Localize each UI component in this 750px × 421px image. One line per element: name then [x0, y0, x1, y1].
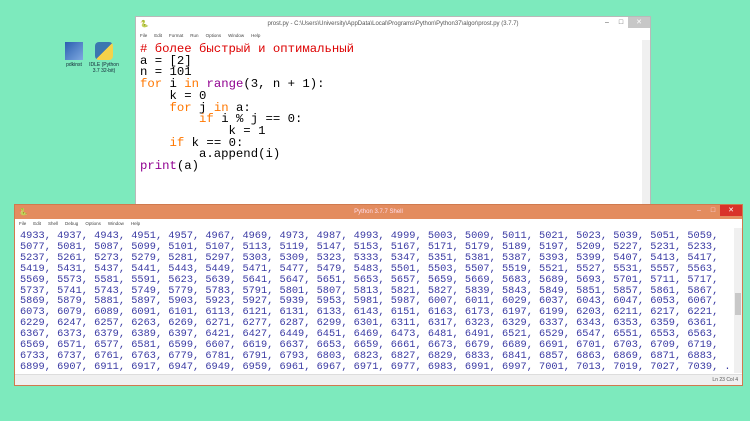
minimize-button[interactable]: – — [692, 205, 706, 216]
editor-window: 🐍 prost.py - C:\Users\University\AppData… — [136, 17, 650, 205]
close-button[interactable]: ✕ — [720, 205, 742, 216]
output-line: 5419, 5431, 5437, 5441, 5443, 5449, 5471… — [20, 262, 719, 275]
editor-menu-bar: File Edit Format Run Options Window Help — [136, 31, 650, 40]
menu-file[interactable]: File — [140, 33, 147, 38]
menu-edit[interactable]: Edit — [154, 33, 162, 38]
menu-file[interactable]: File — [19, 221, 26, 226]
code-line: # более быстрый и оптимальный — [140, 43, 650, 56]
cursor-position: Ln 23 Col 4 — [712, 377, 738, 383]
editor-title: prost.py - C:\Users\University\AppData\L… — [267, 21, 519, 27]
shell-output[interactable]: 4933, 4937, 4943, 4951, 4957, 4967, 4969… — [15, 228, 742, 373]
menu-shell[interactable]: Shell — [48, 221, 58, 226]
menu-help[interactable]: Help — [251, 33, 260, 38]
code-line: print(a) — [140, 159, 650, 174]
desktop-icon-label: IDLE (Python 3.7 32-bit) — [89, 62, 119, 74]
editor-scrollbar[interactable] — [642, 40, 650, 205]
desktop-icon-idle[interactable]: IDLE (Python 3.7 32-bit) — [86, 42, 122, 74]
code-line: for i in range(3, n + 1): — [140, 77, 650, 92]
menu-debug[interactable]: Debug — [65, 221, 78, 226]
python-icon — [95, 42, 113, 60]
menu-run[interactable]: Run — [190, 33, 198, 38]
app-icon — [65, 42, 83, 60]
shell-title-bar[interactable]: 🐍 Python 3.7.7 Shell – □ ✕ — [15, 205, 742, 219]
code-token-default: (3, n + 1): — [243, 77, 325, 92]
shell-scrollbar[interactable] — [734, 228, 742, 373]
code-token-builtin: print — [140, 159, 177, 174]
code-token-default: (a) — [176, 159, 200, 174]
menu-options[interactable]: Options — [85, 221, 101, 226]
close-button[interactable]: ✕ — [628, 17, 650, 28]
shell-title: Python 3.7.7 Shell — [354, 209, 403, 215]
status-bar: Ln 23 Col 4 — [15, 374, 742, 385]
shell-window: 🐍 Python 3.7.7 Shell – □ ✕ File Edit Shell De… — [15, 205, 742, 385]
code-token-builtin: range — [206, 77, 244, 92]
menu-format[interactable]: Format — [169, 33, 183, 38]
menu-window[interactable]: Window — [108, 221, 124, 226]
menu-help[interactable]: Help — [131, 221, 140, 226]
maximize-button[interactable]: □ — [706, 205, 720, 216]
menu-edit[interactable]: Edit — [33, 221, 41, 226]
code-line: a = [2] — [140, 55, 650, 68]
output-line: 5569, 5573, 5581, 5591, 5623, 5639, 5641… — [20, 273, 719, 286]
scrollbar-thumb[interactable] — [735, 293, 741, 315]
shell-menu-bar: File Edit Shell Debug Options Window Help — [15, 219, 742, 228]
menu-options[interactable]: Options — [206, 33, 222, 38]
menu-window[interactable]: Window — [228, 33, 244, 38]
minimize-button[interactable]: – — [600, 17, 614, 28]
code-editor[interactable]: # более быстрый и оптимальный a = [2] n = … — [136, 40, 650, 173]
editor-title-bar[interactable]: 🐍 prost.py - C:\Users\University\AppData… — [136, 17, 650, 31]
maximize-button[interactable]: □ — [614, 17, 628, 28]
code-line: a.append(i) — [140, 148, 650, 161]
output-line: 6899, 6907, 6911, 6917, 6947, 6949, 6959… — [20, 360, 731, 373]
